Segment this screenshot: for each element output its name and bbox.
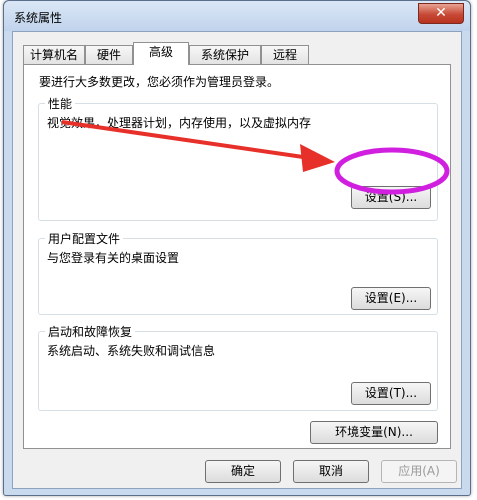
user-profiles-title: 用户配置文件 bbox=[45, 230, 124, 247]
system-properties-window: 系统属性 ✕ 计算机名 硬件 高级 系统保护 远程 要进行大多数更改，您必须作为… bbox=[3, 0, 471, 496]
user-profiles-description: 与您登录有关的桌面设置 bbox=[47, 251, 180, 265]
performance-group: 性能 视觉效果，处理器计划，内存使用，以及虚拟内存 设置(S)... bbox=[38, 95, 438, 221]
startup-recovery-settings-button[interactable]: 设置(T)... bbox=[351, 382, 431, 405]
apply-button[interactable]: 应用(A) bbox=[381, 460, 457, 483]
startup-recovery-group: 启动和故障恢复 系统启动、系统失败和调试信息 设置(T)... bbox=[38, 323, 438, 411]
dialog-body: 计算机名 硬件 高级 系统保护 远程 要进行大多数更改，您必须作为管理员登录。 … bbox=[12, 31, 462, 489]
tab-system-protection[interactable]: 系统保护 bbox=[189, 45, 261, 64]
tab-computer-name[interactable]: 计算机名 bbox=[23, 45, 85, 64]
user-profiles-settings-button[interactable]: 设置(E)... bbox=[351, 287, 431, 310]
tab-hardware[interactable]: 硬件 bbox=[85, 45, 133, 64]
admin-note: 要进行大多数更改，您必须作为管理员登录。 bbox=[39, 75, 280, 89]
user-profiles-group: 用户配置文件 与您登录有关的桌面设置 设置(E)... bbox=[38, 230, 438, 315]
cancel-button[interactable]: 取消 bbox=[293, 460, 369, 483]
ok-button[interactable]: 确定 bbox=[205, 460, 281, 483]
performance-settings-button[interactable]: 设置(S)... bbox=[351, 186, 431, 209]
title-bar[interactable]: 系统属性 ✕ bbox=[4, 1, 470, 31]
window-title: 系统属性 bbox=[14, 11, 63, 25]
performance-title: 性能 bbox=[45, 95, 76, 112]
tab-advanced[interactable]: 高级 bbox=[133, 42, 189, 65]
startup-recovery-description: 系统启动、系统失败和调试信息 bbox=[47, 344, 216, 358]
environment-variables-button[interactable]: 环境变量(N)... bbox=[310, 421, 438, 444]
advanced-panel: 要进行大多数更改，您必须作为管理员登录。 性能 视觉效果，处理器计划，内存使用，… bbox=[23, 64, 451, 449]
tab-remote[interactable]: 远程 bbox=[261, 45, 309, 64]
startup-recovery-title: 启动和故障恢复 bbox=[45, 323, 136, 340]
performance-description: 视觉效果，处理器计划，内存使用，以及虚拟内存 bbox=[47, 116, 312, 130]
close-button[interactable]: ✕ bbox=[418, 3, 464, 24]
